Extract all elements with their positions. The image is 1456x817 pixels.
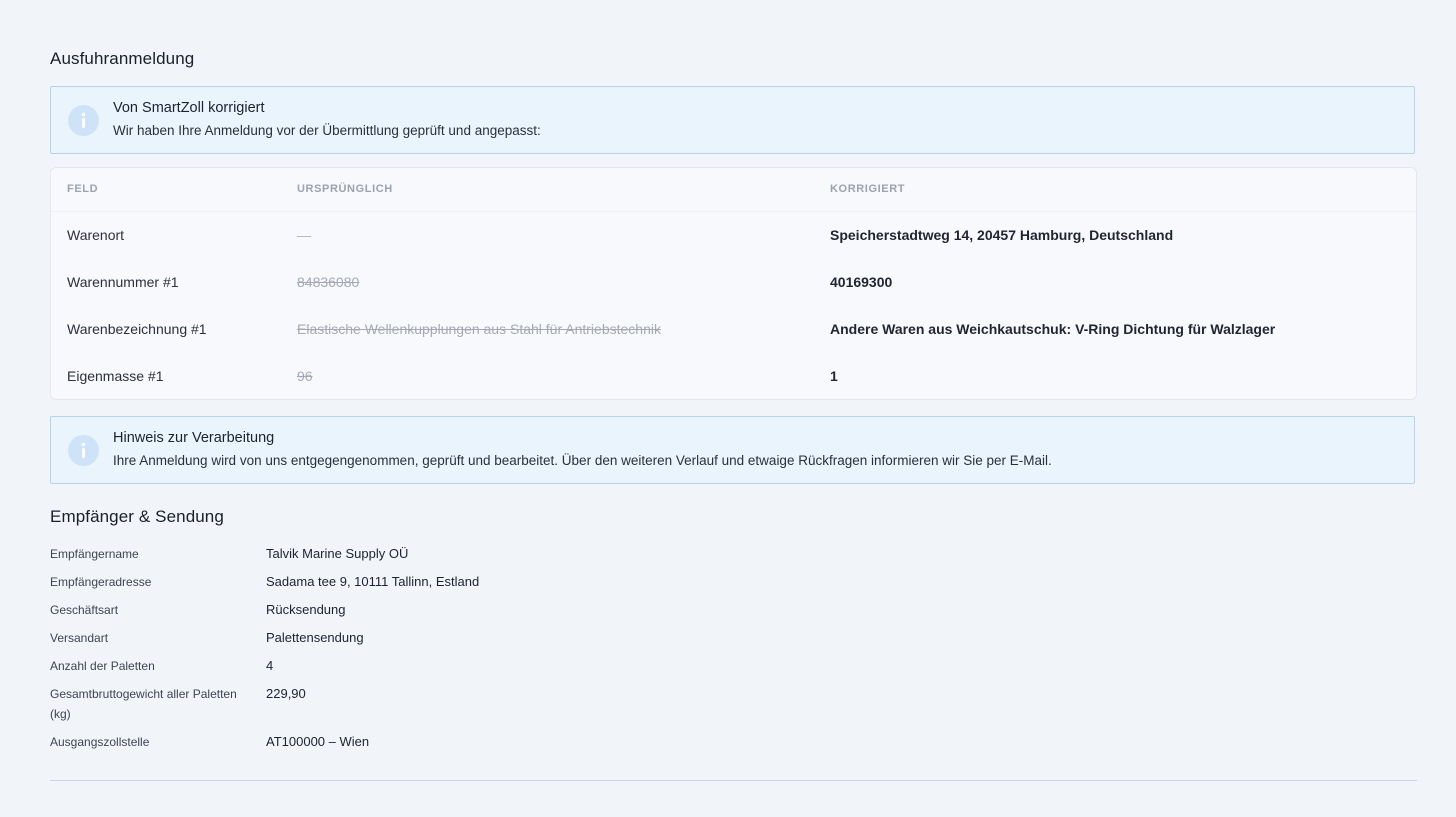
table-header: FELD URSPRÜNGLICH KORRIGIERT	[51, 168, 1416, 212]
row-corrected: Speicherstadtweg 14, 20457 Hamburg, Deut…	[830, 227, 1174, 243]
row-corrected: 40169300	[830, 274, 893, 290]
processing-notice-text: Ihre Anmeldung wird von uns entgegengeno…	[113, 453, 1052, 468]
table-row: Warenbezeichnung #1 Elastische Wellenkup…	[51, 306, 1416, 353]
table-row: Eigenmasse #1 96 1	[51, 353, 1416, 399]
correction-notice-text: Wir haben Ihre Anmeldung vor der Übermit…	[113, 123, 541, 138]
detail-label: Gesamtbruttogewicht aller Paletten (kg)	[50, 687, 237, 721]
row-field: Warenort	[67, 227, 125, 243]
detail-value: Talvik Marine Supply OÜ	[266, 546, 409, 561]
header-corrected: KORRIGIERT	[830, 183, 906, 195]
row-field: Warennummer #1	[67, 274, 179, 290]
processing-notice: Hinweis zur Verarbeitung Ihre Anmeldung …	[50, 416, 1415, 484]
correction-notice: Von SmartZoll korrigiert Wir haben Ihre …	[50, 86, 1415, 154]
info-icon	[68, 435, 99, 466]
detail-value: Sadama tee 9, 10111 Tallinn, Estland	[266, 574, 480, 589]
processing-notice-title: Hinweis zur Verarbeitung	[113, 430, 275, 446]
table-row: Warenort — Speicherstadtweg 14, 20457 Ha…	[51, 212, 1416, 259]
row-original: 84836080	[297, 274, 360, 290]
info-icon	[68, 105, 99, 136]
detail-value: Palettensendung	[266, 630, 364, 645]
detail-label: Versandart	[50, 631, 109, 645]
header-original: URSPRÜNGLICH	[297, 183, 393, 195]
row-corrected: 1	[830, 368, 838, 384]
table-row: Warennummer #1 84836080 40169300	[51, 259, 1416, 306]
divider	[50, 780, 1417, 781]
row-field: Eigenmasse #1	[67, 368, 164, 384]
header-field: FELD	[67, 183, 99, 195]
row-corrected: Andere Waren aus Weichkautschuk: V-Ring …	[830, 321, 1276, 337]
detail-value: 4	[266, 658, 274, 673]
recipient-section-title: Empfänger & Sendung	[50, 507, 224, 526]
correction-notice-title: Von SmartZoll korrigiert	[113, 100, 265, 116]
detail-value: 229,90	[266, 686, 306, 701]
corrections-table: FELD URSPRÜNGLICH KORRIGIERT Warenort — …	[50, 167, 1417, 400]
detail-label: Empfängername	[50, 547, 139, 561]
detail-label: Anzahl der Paletten	[50, 659, 155, 673]
page-title: Ausfuhranmeldung	[50, 49, 195, 68]
detail-value: Rücksendung	[266, 602, 346, 617]
row-field: Warenbezeichnung #1	[67, 321, 207, 337]
row-original: 96	[297, 368, 313, 384]
detail-label: Geschäftsart	[50, 603, 119, 617]
row-original: Elastische Wellenkupplungen aus Stahl fü…	[297, 321, 661, 337]
detail-value: AT100000 – Wien	[266, 734, 370, 749]
page: Ausfuhranmeldung Von SmartZoll korrigier…	[0, 0, 1456, 817]
detail-label: Ausgangszollstelle	[50, 735, 150, 749]
row-original: —	[297, 227, 311, 243]
detail-label: Empfängeradresse	[50, 575, 152, 589]
